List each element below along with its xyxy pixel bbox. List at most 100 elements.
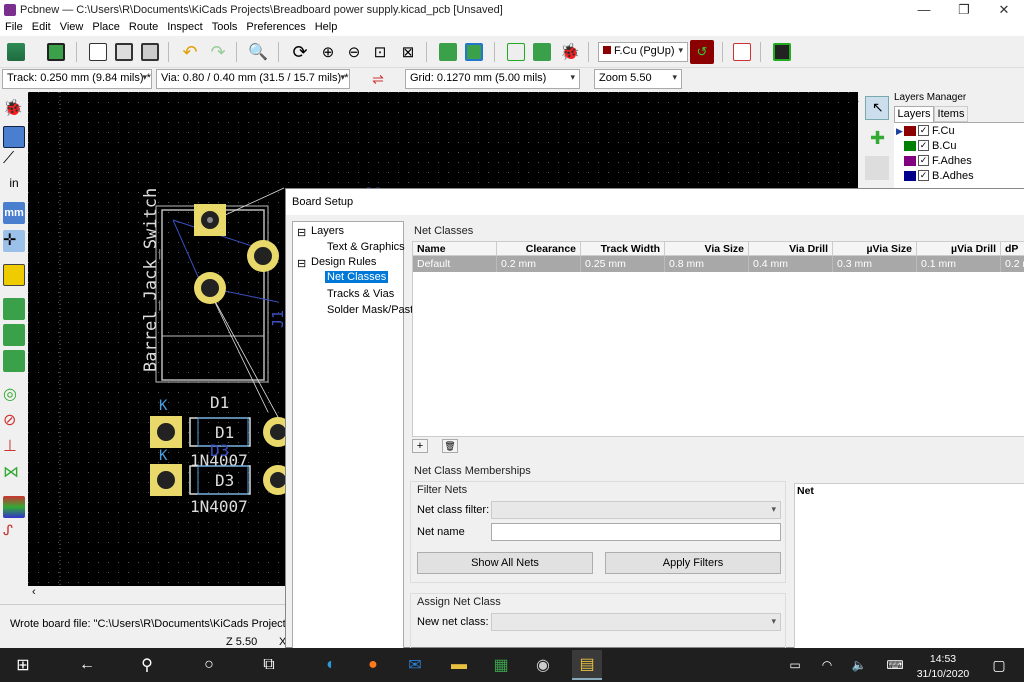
- layer-swatch[interactable]: [904, 156, 916, 166]
- layer-visibility-checkbox[interactable]: ✓: [918, 155, 929, 166]
- zone-fill-icon[interactable]: [3, 324, 25, 346]
- find-icon[interactable]: 🔍: [246, 40, 270, 64]
- show-all-nets-button[interactable]: Show All Nets: [417, 552, 593, 574]
- windows-start-icon[interactable]: ⊞: [10, 652, 36, 678]
- cortana-icon[interactable]: ○: [196, 652, 222, 678]
- redo-icon[interactable]: ↷: [206, 40, 230, 64]
- footprint-browser-icon[interactable]: [462, 40, 486, 64]
- tree-item-solder-mask[interactable]: Solder Mask/Past: [327, 304, 413, 316]
- apply-filters-button[interactable]: Apply Filters: [605, 552, 781, 574]
- high-contrast-icon[interactable]: ⋈: [3, 462, 25, 484]
- back-arrow-icon[interactable]: ←: [74, 652, 100, 678]
- notifications-icon[interactable]: ▢: [986, 652, 1012, 678]
- zoom-in-icon[interactable]: ⊕: [316, 40, 340, 64]
- zone-outline-icon[interactable]: [3, 350, 25, 372]
- menu-view[interactable]: View: [55, 20, 88, 33]
- track-width-select[interactable]: Track: 0.250 mm (9.84 mils) * ▾: [2, 69, 152, 89]
- track-sketch-icon[interactable]: ⊥: [3, 436, 25, 458]
- footprint-editor-icon[interactable]: [436, 40, 460, 64]
- table-cell[interactable]: 0.2 m: [1001, 256, 1024, 272]
- tree-item-text-graphics[interactable]: Text & Graphics: [327, 241, 405, 253]
- layer-pair-icon[interactable]: ↺: [690, 40, 714, 64]
- tree-expander-icon[interactable]: ⊟: [297, 257, 306, 270]
- column-header[interactable]: Clearance: [497, 242, 581, 256]
- file-explorer-icon[interactable]: ▬: [446, 652, 472, 678]
- net-list-panel[interactable]: Net: [794, 483, 1024, 649]
- select-arrow-icon[interactable]: ↖: [865, 96, 889, 120]
- zoom-selection-icon[interactable]: ⊠: [396, 40, 420, 64]
- local-ratsnest-icon[interactable]: [865, 156, 889, 180]
- drc-off-icon[interactable]: 🐞: [3, 98, 25, 120]
- maximize-button[interactable]: ❐: [944, 0, 984, 20]
- wifi-icon[interactable]: ◠: [814, 652, 840, 678]
- highlight-net-icon[interactable]: ✚: [865, 128, 889, 152]
- column-header[interactable]: Name: [413, 242, 497, 256]
- layer-swatch[interactable]: [904, 126, 916, 136]
- new-net-class-select[interactable]: ▾: [491, 613, 781, 631]
- minimize-button[interactable]: —: [904, 0, 944, 20]
- mm-units-icon[interactable]: mm: [3, 202, 25, 224]
- edge-browser-icon[interactable]: ◐: [318, 652, 344, 678]
- table-cell[interactable]: 0.3 mm: [833, 256, 917, 272]
- plot-icon[interactable]: [138, 40, 162, 64]
- table-cell[interactable]: 0.25 mm: [581, 256, 665, 272]
- mail-icon[interactable]: ✉: [402, 652, 428, 678]
- pad-sketch-icon[interactable]: ◎: [3, 384, 25, 406]
- tree-item-tracks-vias[interactable]: Tracks & Vias: [327, 288, 394, 300]
- net-name-input[interactable]: [491, 523, 781, 541]
- curved-ratsnest-icon[interactable]: [3, 298, 25, 320]
- layer-name[interactable]: F.Adhes: [932, 155, 972, 167]
- table-cell[interactable]: 0.1 mm: [917, 256, 1001, 272]
- menu-edit[interactable]: Edit: [27, 20, 55, 33]
- layer-name[interactable]: F.Cu: [932, 125, 955, 137]
- tree-item-layers[interactable]: Layers: [311, 225, 344, 237]
- column-header[interactable]: Via Drill: [749, 242, 833, 256]
- microwave-icon[interactable]: [730, 40, 754, 64]
- keyboard-icon[interactable]: ⌨: [882, 652, 908, 678]
- grid-select[interactable]: Grid: 0.1270 mm (5.00 mils) ▾: [405, 69, 580, 89]
- menu-place[interactable]: Place: [87, 20, 124, 33]
- menu-file[interactable]: File: [0, 20, 27, 33]
- tab-layers[interactable]: Layers: [894, 106, 934, 122]
- polar-coords-icon[interactable]: ⟋: [3, 150, 25, 172]
- table-cell[interactable]: 0.8 mm: [665, 256, 749, 272]
- zoom-out-icon[interactable]: ⊖: [342, 40, 366, 64]
- scripting-console-icon[interactable]: [770, 40, 794, 64]
- tab-items[interactable]: Items: [934, 106, 968, 122]
- layer-name[interactable]: B.Adhes: [932, 170, 974, 182]
- battery-icon[interactable]: ▭: [782, 652, 808, 678]
- tree-item-net-classes[interactable]: Net Classes: [325, 271, 389, 283]
- column-header[interactable]: dP: [1001, 242, 1024, 256]
- firefox-icon[interactable]: ●: [360, 652, 386, 678]
- tree-expander-icon[interactable]: ⊟: [297, 226, 306, 239]
- clock-date[interactable]: 31/10/2020: [910, 668, 976, 680]
- show-ratsnest-icon[interactable]: [3, 264, 25, 286]
- add-net-class-button[interactable]: +: [412, 439, 428, 453]
- auto-track-width-icon[interactable]: ⇌: [366, 67, 390, 91]
- layer-swatch[interactable]: [904, 171, 916, 181]
- board-setup-icon[interactable]: [44, 40, 68, 64]
- menu-inspect[interactable]: Inspect: [162, 20, 206, 33]
- cursor-shape-icon[interactable]: ✛: [3, 230, 25, 252]
- kicad-icon[interactable]: ▦: [488, 652, 514, 678]
- table-cell[interactable]: 0.2 mm: [497, 256, 581, 272]
- save-icon[interactable]: [4, 40, 28, 64]
- table-cell[interactable]: Default: [413, 256, 497, 272]
- netlist-icon[interactable]: [504, 40, 528, 64]
- volume-icon[interactable]: 🔈: [846, 652, 872, 678]
- layer-name[interactable]: B.Cu: [932, 140, 956, 152]
- refresh-icon[interactable]: ⟳: [288, 40, 312, 64]
- update-pcb-icon[interactable]: [530, 40, 554, 64]
- menu-preferences[interactable]: Preferences: [241, 20, 309, 33]
- column-header[interactable]: µVia Size: [833, 242, 917, 256]
- table-cell[interactable]: 0.4 mm: [749, 256, 833, 272]
- layer-selector[interactable]: F.Cu (PgUp) ▾: [598, 42, 688, 62]
- menu-route[interactable]: Route: [124, 20, 162, 33]
- drc-bug-icon[interactable]: 🐞: [558, 40, 582, 64]
- zoom-fit-icon[interactable]: ⊡: [368, 40, 392, 64]
- close-button[interactable]: ✕: [984, 0, 1024, 20]
- menu-help[interactable]: Help: [310, 20, 342, 33]
- zoom-select[interactable]: Zoom 5.50 ▾: [594, 69, 682, 89]
- microwave-tools-icon[interactable]: ᔑ: [3, 522, 25, 544]
- clock-time[interactable]: 14:53: [910, 653, 976, 665]
